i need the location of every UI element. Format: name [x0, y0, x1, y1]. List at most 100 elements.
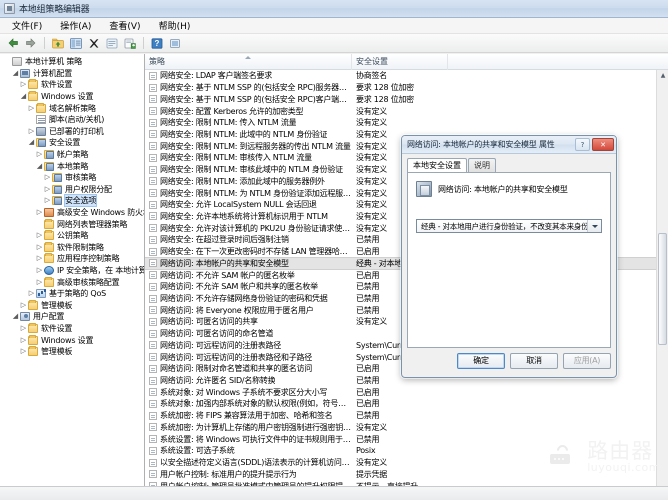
tree-scripts[interactable]: 脚本(启动/关机) [0, 114, 144, 126]
export-list-icon[interactable] [122, 36, 138, 51]
expand-arrow-icon[interactable]: ▷ [19, 301, 28, 309]
table-row[interactable]: 网络安全: 配置 Kerberos 允许的加密类型 没有定义 [145, 105, 668, 117]
collapse-arrow-icon[interactable]: ◢ [35, 162, 44, 170]
expand-arrow-icon[interactable]: ▷ [35, 266, 44, 274]
expand-arrow-icon[interactable]: ▷ [35, 232, 44, 239]
table-row[interactable]: 网络安全: 限制 NTLM: 传入 NTLM 流量 没有定义 [145, 117, 668, 129]
dialog-help-button[interactable]: ? [575, 138, 590, 151]
tree-admin-templates-computer[interactable]: ▷ 管理模板 [0, 299, 144, 311]
policy-cell: 网络访问: 可匿名访问的命名管道 [145, 328, 352, 339]
table-row[interactable]: 以安全描述符定义语言(SDDL)语法表示的计算机访问限制 没有定义 [145, 457, 668, 469]
tree-public-key-policies[interactable]: ▷ 公钥策略 [0, 230, 144, 242]
table-row[interactable]: 系统加密: 为计算机上存储的用户密钥强制进行强密钥保护 没有定义 [145, 422, 668, 434]
expand-arrow-icon[interactable]: ▷ [19, 348, 28, 355]
folder-icon [28, 322, 38, 333]
table-row[interactable]: 用户帐户控制: 标准用户的提升提示行为 提示凭据 [145, 468, 668, 480]
table-row[interactable]: 网络安全: 基于 NTLM SSP 的(包括安全 RPC)客户端的最小... 要求… [145, 93, 668, 105]
policy-setting-icon [149, 329, 157, 338]
help-icon[interactable]: ? [149, 36, 165, 51]
refresh-icon[interactable] [167, 36, 183, 51]
table-row[interactable]: 网络安全: LDAP 客户端签名要求 协商签名 [145, 70, 668, 82]
table-row[interactable]: 网络安全: 基于 NTLM SSP 的(包括安全 RPC)服务器的最小... 要求… [145, 82, 668, 94]
tree-name-resolution-policy[interactable]: ▷ 域名解析策略 [0, 102, 144, 114]
collapse-arrow-icon[interactable]: ◢ [19, 93, 28, 100]
policy-setting-icon [149, 200, 157, 209]
tree-admin-templates-user[interactable]: ▷ 管理模板 [0, 346, 144, 358]
list-vertical-scrollbar[interactable]: ▲ ▼ [656, 70, 668, 500]
tab-explanation[interactable]: 说明 [468, 158, 496, 172]
column-security-setting[interactable]: 安全设置 [352, 54, 448, 70]
back-icon[interactable] [5, 36, 21, 51]
tree-software-settings-user[interactable]: ▷ 软件设置 [0, 322, 144, 335]
collapse-arrow-icon[interactable]: ◢ [11, 313, 20, 320]
tree-network-list-manager[interactable]: 网络列表管理器策略 [0, 218, 144, 230]
cancel-button[interactable]: 取消 [510, 353, 558, 369]
expand-arrow-icon[interactable]: ▷ [35, 278, 44, 286]
tree-computer-configuration[interactable]: ◢ 计算机配置 [0, 68, 144, 80]
column-blank[interactable] [448, 54, 668, 70]
table-row[interactable]: 系统设置: 可选子系统 Posix [145, 445, 668, 457]
expand-arrow-icon[interactable]: ▷ [43, 197, 52, 204]
tree-advanced-audit-config[interactable]: ▷ 高级审核策略配置 [0, 276, 144, 288]
tree-windows-firewall[interactable]: ▷ 高级安全 Windows 防火墙 [0, 207, 144, 219]
properties-icon[interactable] [104, 36, 120, 51]
expand-arrow-icon[interactable]: ▷ [27, 290, 36, 297]
policy-setting-icon [149, 95, 157, 104]
policy-name: 网络访问: 可匿名访问的命名管道 [160, 329, 274, 339]
table-row[interactable]: 系统对象: 对 Windows 子系统不要求区分大小写 已启用 [145, 386, 668, 398]
chevron-down-icon[interactable] [587, 220, 601, 232]
show-tree-icon[interactable] [68, 36, 84, 51]
expand-arrow-icon[interactable]: ▷ [19, 81, 28, 88]
menu-action[interactable]: 操作(A) [58, 18, 93, 33]
menu-view[interactable]: 查看(V) [107, 18, 142, 33]
tree-account-policies[interactable]: ▷ 帐户策略 [0, 149, 144, 161]
collapse-arrow-icon[interactable]: ◢ [11, 69, 20, 77]
expand-arrow-icon[interactable]: ▷ [35, 255, 44, 262]
expand-arrow-icon[interactable]: ▷ [27, 104, 36, 112]
policy-name: 网络安全: 限制 NTLM: 为 NTLM 身份验证添加远程服务器... [160, 188, 352, 198]
up-folder-icon[interactable] [50, 36, 66, 51]
tree-windows-settings-user[interactable]: ▷ Windows 设置 [0, 334, 144, 346]
table-row[interactable]: 系统加密: 将 FIPS 兼容算法用于加密、哈希和签名 已禁用 [145, 410, 668, 422]
tree-user-configuration[interactable]: ◢ 用户配置 [0, 311, 144, 323]
tree-user-rights-assignment[interactable]: ▷ 用户权限分配 [0, 184, 144, 196]
policy-setting-icon [149, 165, 157, 174]
tree-app-control-policies[interactable]: ▷ 应用程序控制策略 [0, 253, 144, 265]
tree-audit-policy[interactable]: ▷ 审核策略 [0, 172, 144, 184]
policy-properties-dialog: 网络访问: 本地帐户的共享和安全模型 属性 ? ✕ 本地安全设置 说明 网络访问… [400, 134, 618, 379]
policy-cell: 网络安全: 基于 NTLM SSP 的(包括安全 RPC)服务器的最小... [145, 82, 352, 93]
tab-local-security-setting[interactable]: 本地安全设置 [407, 158, 467, 172]
table-row[interactable]: 系统设置: 将 Windows 可执行文件中的证书规则用于软件... 已禁用 [145, 433, 668, 445]
ok-button[interactable]: 确定 [457, 353, 505, 369]
expand-arrow-icon[interactable]: ▷ [35, 209, 44, 216]
expand-arrow-icon[interactable]: ▷ [19, 336, 28, 344]
table-row[interactable]: 系统对象: 加强内部系统对象的默认权限(例如，符号链接) 已启用 [145, 398, 668, 410]
expand-arrow-icon[interactable]: ▷ [35, 243, 44, 251]
scroll-up-icon[interactable]: ▲ [657, 70, 668, 81]
tree-ip-security-policies[interactable]: ▷ IP 安全策略，在 本地计算机 [0, 265, 144, 277]
security-model-dropdown[interactable]: 经典 - 对本地用户进行身份验证，不改变其本来身份 [416, 219, 602, 233]
tree-software-restriction[interactable]: ▷ 软件限制策略 [0, 241, 144, 254]
tree-local-computer-policy[interactable]: 本地计算机 策略 [0, 56, 144, 68]
tree-policy-based-qos[interactable]: ▷ 基于策略的 QoS [0, 288, 144, 300]
close-icon[interactable]: ✕ [592, 138, 614, 151]
expand-arrow-icon[interactable]: ▷ [35, 151, 44, 158]
expand-arrow-icon[interactable]: ▷ [27, 127, 36, 135]
expand-arrow-icon[interactable]: ▷ [43, 174, 52, 181]
menu-file[interactable]: 文件(F) [10, 18, 44, 33]
tree-security-options[interactable]: ▷ 安全选项 [0, 194, 144, 208]
expand-arrow-icon[interactable]: ▷ [43, 185, 52, 193]
local-group-policy-editor-window: 本地组策略编辑器 文件(F) 操作(A) 查看(V) 帮助(H) ? 本地计算机… [0, 0, 668, 500]
console-tree-pane[interactable]: 本地计算机 策略 ◢ 计算机配置 ▷ 软件设置 ◢ Windows 设置 ▷ 域名解析策略 脚本(… [0, 54, 145, 500]
menu-help[interactable]: 帮助(H) [157, 18, 193, 33]
collapse-arrow-icon[interactable]: ◢ [27, 139, 36, 146]
expand-arrow-icon[interactable]: ▷ [19, 324, 28, 332]
tree-security-settings[interactable]: ◢ 安全设置 [0, 137, 144, 149]
tree-windows-settings[interactable]: ◢ Windows 设置 [0, 91, 144, 103]
tree-software-settings[interactable]: ▷ 软件设置 [0, 79, 144, 91]
forward-icon[interactable] [23, 36, 39, 51]
tree-local-policies[interactable]: ◢ 本地策略 [0, 160, 144, 172]
scrollbar-thumb[interactable] [658, 233, 667, 346]
tree-deployed-printers[interactable]: ▷ 已部署的打印机 [0, 126, 144, 138]
delete-icon[interactable] [86, 36, 102, 51]
